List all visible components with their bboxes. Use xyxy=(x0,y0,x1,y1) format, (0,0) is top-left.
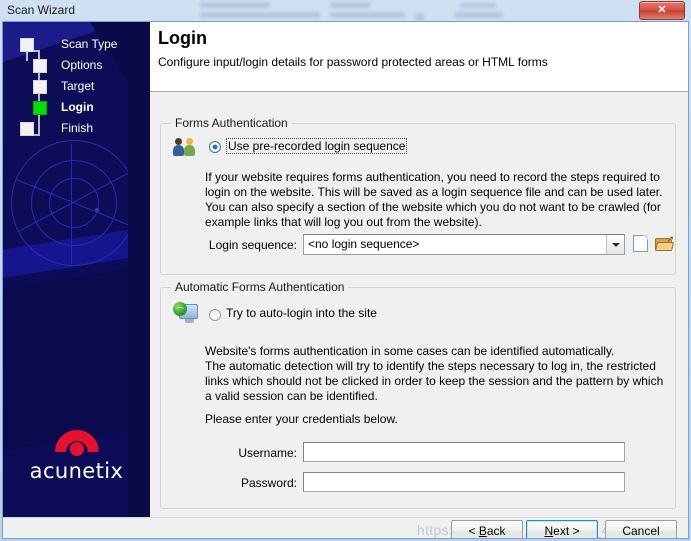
password-label: Password: xyxy=(240,476,297,490)
cancel-button[interactable]: Cancel xyxy=(605,520,677,538)
step-marker xyxy=(33,59,47,73)
scan-wizard-window: Scan Wizard ✕ Scan Type Options Target L… xyxy=(0,0,691,541)
radar-line xyxy=(18,172,128,233)
wizard-steps: Scan Type Options Target Login Finish xyxy=(15,34,135,139)
login-sequence-combobox[interactable]: <no login sequence> xyxy=(303,234,625,255)
password-input[interactable] xyxy=(303,472,625,492)
radar-line xyxy=(71,144,72,264)
radar-blip xyxy=(95,208,99,212)
sidebar-item-label: Login xyxy=(61,100,94,114)
wizard-sidebar: Scan Type Options Target Login Finish ac… xyxy=(3,22,150,517)
sidebar-item-label: Options xyxy=(61,58,103,72)
background-ghost-text xyxy=(460,3,496,8)
acunetix-logo: acunetix xyxy=(3,430,150,483)
user-head xyxy=(186,138,193,145)
back-button[interactable]: < Back xyxy=(451,520,523,538)
new-document-icon[interactable] xyxy=(633,235,648,252)
radio-try-auto-login[interactable] xyxy=(209,309,221,321)
user-figure xyxy=(173,138,184,156)
title-bar: Scan Wizard ✕ xyxy=(0,0,691,21)
login-sequence-label: Login sequence: xyxy=(208,238,297,252)
radar-ring xyxy=(31,160,117,246)
page-header: Login Configure input/login details for … xyxy=(150,22,688,92)
sidebar-item-label: Target xyxy=(61,79,95,93)
open-folder-icon[interactable]: ↗ xyxy=(655,234,674,252)
login-sequence-value: <no login sequence> xyxy=(308,237,420,251)
logo-dot xyxy=(69,442,84,456)
step-marker xyxy=(33,80,47,94)
globe-shape xyxy=(173,302,187,316)
radio-use-prerecorded-login-sequence[interactable] xyxy=(209,141,221,153)
username-label: Username: xyxy=(238,446,297,460)
sidebar-item-label: Finish xyxy=(61,121,94,135)
background-ghost-text xyxy=(330,2,370,8)
sidebar-item-scan-type[interactable]: Scan Type xyxy=(15,34,135,55)
page-subtitle: Configure input/login details for passwo… xyxy=(158,55,548,69)
sidebar-item-finish[interactable]: Finish xyxy=(15,118,135,139)
wizard-button-bar: https://blog.csdn.net/weixin_41xxxx08 < … xyxy=(3,518,688,538)
radar-ring xyxy=(11,140,137,266)
automatic-forms-authentication-group: Automatic Forms Authentication Try to au… xyxy=(160,280,676,509)
username-input[interactable] xyxy=(303,442,625,462)
background-ghost-text xyxy=(200,12,320,18)
automatic-forms-authentication-description: Website's forms authentication in some c… xyxy=(205,344,664,403)
radar-line xyxy=(15,178,131,227)
wizard-footer: https://blog.csdn.net/weixin_41xxxx08 < … xyxy=(3,517,688,538)
step-marker-active xyxy=(33,101,47,115)
sidebar-item-target[interactable]: Target xyxy=(15,76,135,97)
window-title: Scan Wizard xyxy=(7,3,76,17)
acunetix-wordmark: acunetix xyxy=(29,459,124,483)
forms-authentication-group: Forms Authentication Use pre-recorded lo… xyxy=(160,116,676,275)
radio-label-use-prerecorded-login-sequence[interactable]: Use pre-recorded login sequence xyxy=(226,138,408,154)
wizard-client-area: Scan Type Options Target Login Finish ac… xyxy=(2,21,689,539)
sidebar-item-options[interactable]: Options xyxy=(15,55,135,76)
group-title: Forms Authentication xyxy=(171,116,292,130)
radio-label-try-auto-login[interactable]: Try to auto-login into the site xyxy=(226,306,377,320)
background-ghost-text xyxy=(455,12,503,18)
monitor-stand xyxy=(185,319,194,323)
background-ghost-text xyxy=(330,12,405,18)
acunetix-arc-logo-icon xyxy=(54,430,99,456)
sidebar-decoration xyxy=(3,262,150,452)
group-title: Automatic Forms Authentication xyxy=(171,280,349,294)
chevron-down-icon[interactable] xyxy=(606,235,624,254)
sidebar-decoration xyxy=(3,221,150,281)
credentials-prompt: Please enter your credentials below. xyxy=(205,412,398,426)
folder-arrow: ↗ xyxy=(666,234,674,244)
background-ghost-icon xyxy=(415,13,424,21)
step-marker xyxy=(20,122,34,136)
sidebar-item-login[interactable]: Login xyxy=(15,97,135,118)
wizard-main-panel: Login Configure input/login details for … xyxy=(150,22,688,538)
step-marker xyxy=(20,38,34,52)
two-users-icon xyxy=(173,138,199,156)
radar-ring xyxy=(49,178,99,228)
user-body xyxy=(173,145,184,156)
globe-monitor-icon xyxy=(173,302,199,324)
forms-authentication-description: If your website requires forms authentic… xyxy=(205,170,663,229)
user-head xyxy=(175,138,182,145)
next-button[interactable]: Next > xyxy=(526,520,598,538)
user-body xyxy=(184,145,195,156)
close-button[interactable]: ✕ xyxy=(639,1,685,20)
background-ghost-text xyxy=(200,2,270,8)
user-figure xyxy=(184,138,195,156)
page-title: Login xyxy=(158,28,207,48)
sidebar-item-label: Scan Type xyxy=(61,37,118,51)
